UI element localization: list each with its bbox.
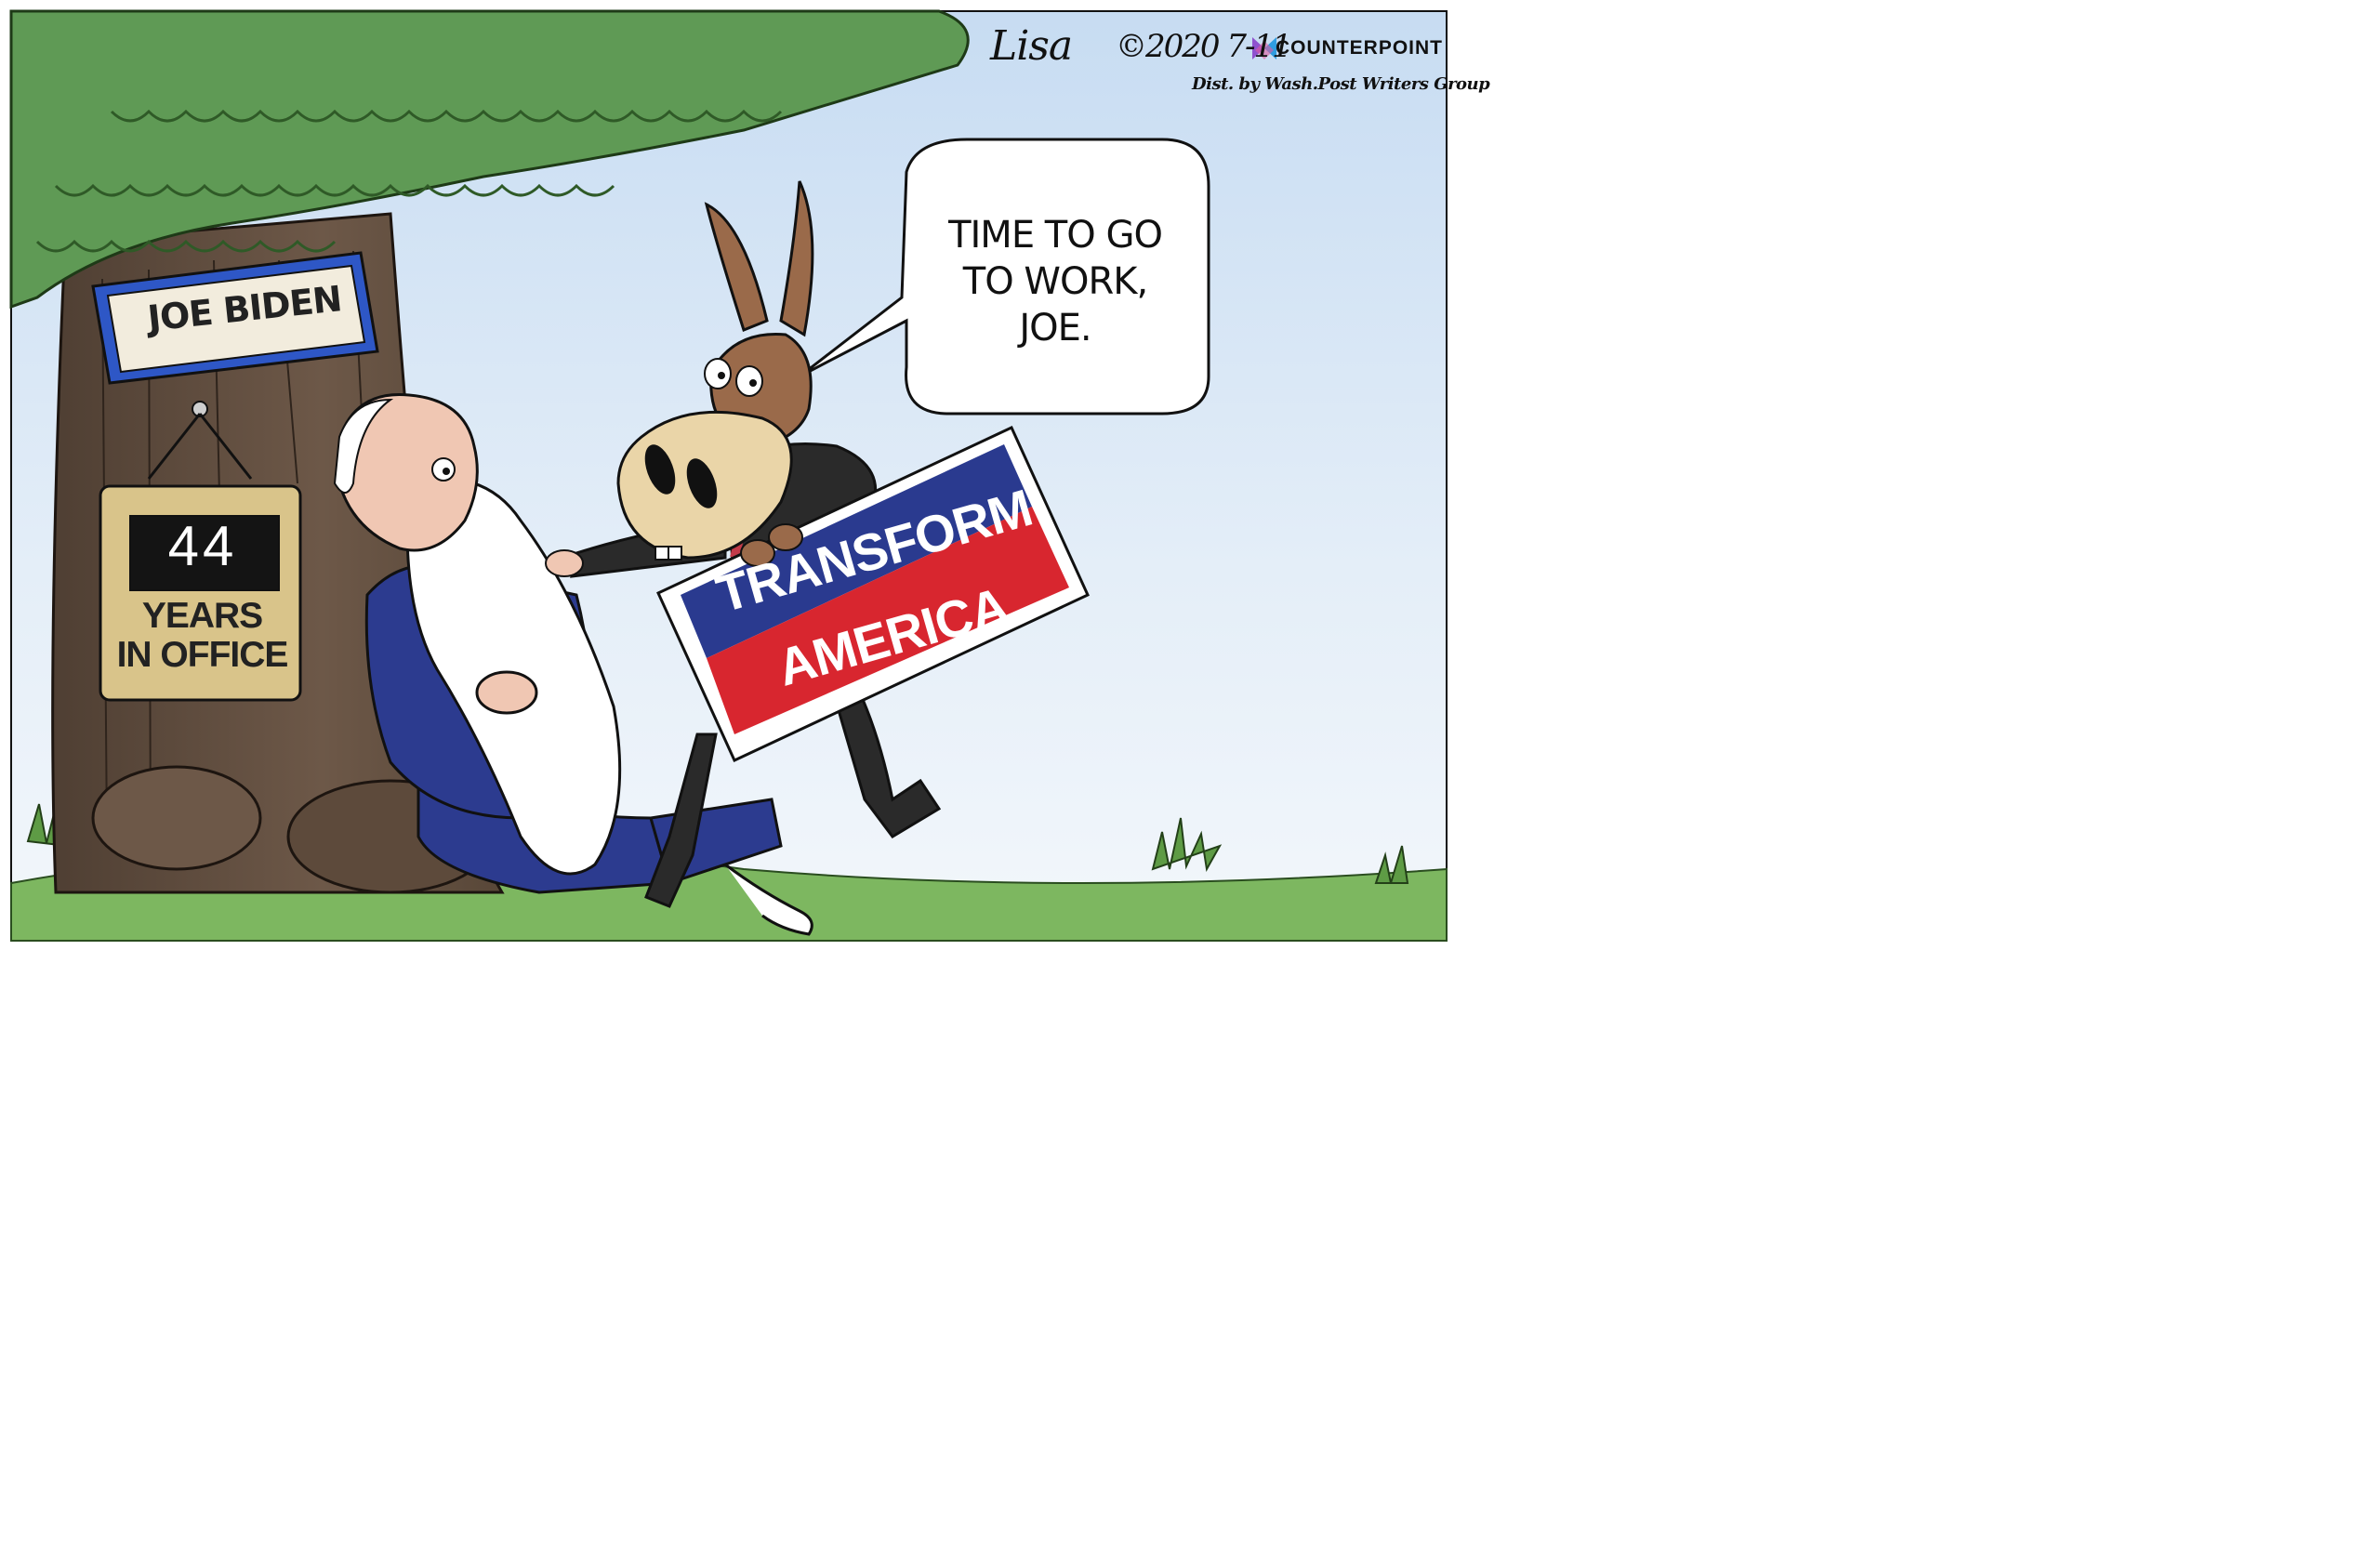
cartoon-panel — [0, 0, 1458, 954]
artist-signature: Lisa — [990, 22, 1073, 70]
speech-bubble-text: TIME TO GO TO WORK, JOE. — [948, 214, 1163, 350]
credit-brand: COUNTERPOINT — [1276, 37, 1443, 59]
tenure-caption: YEARS IN OFFICE — [116, 596, 289, 675]
tenure-count: 44 — [167, 515, 238, 577]
credit-date: ©2020 7-11 — [1116, 28, 1292, 65]
credit-distribution: Dist. by Wash.Post Writers Group — [1192, 74, 1490, 94]
